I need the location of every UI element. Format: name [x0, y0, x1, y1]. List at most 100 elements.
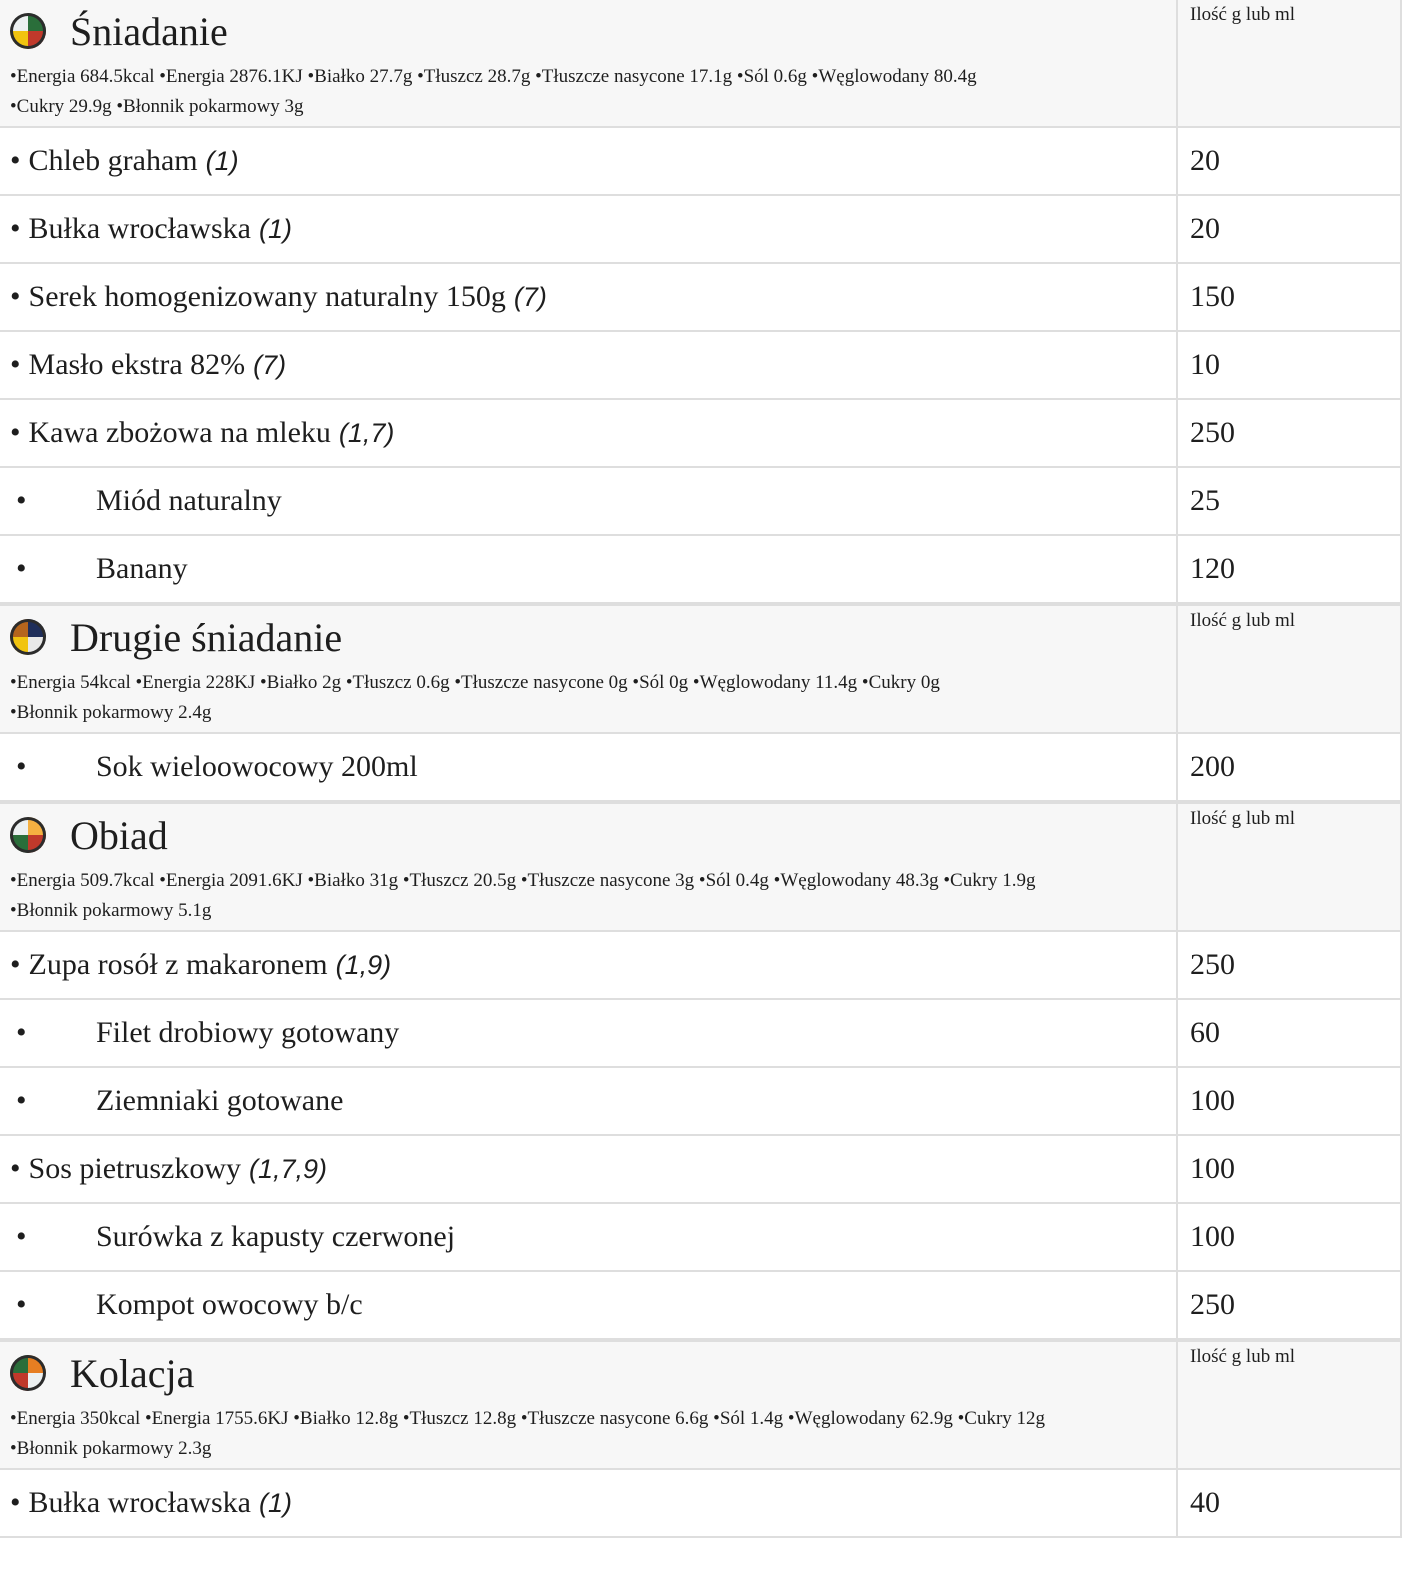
menu-item-row: • Bułka wrocławska (1) 20: [0, 196, 1402, 264]
meal-title-row: Kolacja: [10, 1342, 1176, 1404]
menu-item-row: • Ziemniaki gotowane 100: [0, 1068, 1402, 1136]
bullet-icon: •: [16, 1288, 27, 1321]
menu-item-row: • Miód naturalny 25: [0, 468, 1402, 536]
menu-item-quantity: 20: [1190, 144, 1220, 177]
menu-item-name: Ziemniaki gotowane: [96, 1084, 344, 1117]
menu-item-name-cell: • Surówka z kapusty czerwonej: [0, 1204, 1178, 1270]
menu-item-row: • Kawa zbożowa na mleku (1,7) 250: [0, 400, 1402, 468]
meal-info: Drugie śniadanie •Energia 54kcal •Energia…: [0, 606, 1178, 732]
meal-title-row: Obiad: [10, 804, 1176, 866]
lunch-plate-icon: [10, 817, 46, 853]
nutrition-line: •Błonnik pokarmowy 2.3g: [10, 1438, 212, 1459]
bullet-icon: •: [16, 1220, 27, 1253]
quantity-column-header: Ilość g lub ml: [1190, 1346, 1296, 1367]
meal-title: Obiad: [70, 812, 168, 858]
menu-item-name: Chleb graham: [28, 144, 198, 177]
menu-item-quantity: 150: [1190, 280, 1235, 313]
allergen-codes: (1): [205, 145, 239, 176]
nutrition-facts: •Energia 54kcal •Energia 228KJ •Białko 2…: [10, 668, 1176, 732]
menu-item-row: • Masło ekstra 82% (7) 10: [0, 332, 1402, 400]
menu-item-name: Sok wieloowocowy 200ml: [96, 750, 418, 783]
nutrition-line: •Cukry 29.9g •Błonnik pokarmowy 3g: [10, 96, 304, 117]
menu-item-row: • Filet drobiowy gotowany 60: [0, 1000, 1402, 1068]
menu-item-name: Bułka wrocławska: [28, 1486, 251, 1519]
menu-item-name-cell: • Banany: [0, 536, 1178, 602]
nutrition-facts: •Energia 509.7kcal •Energia 2091.6KJ •Bi…: [10, 866, 1176, 930]
quantity-column-header: Ilość g lub ml: [1190, 808, 1296, 829]
bullet-icon: •: [16, 484, 27, 517]
nutrition-facts: •Energia 684.5kcal •Energia 2876.1KJ •Bi…: [10, 62, 1176, 126]
menu-item-quantity: 120: [1190, 552, 1235, 585]
meal-info: Śniadanie •Energia 684.5kcal •Energia 287…: [0, 0, 1178, 126]
bullet-icon: •: [16, 552, 27, 585]
menu-item-name-cell: • Filet drobiowy gotowany: [0, 1000, 1178, 1066]
menu-item-name: Sos pietruszkowy: [28, 1152, 242, 1185]
allergen-codes: (7): [253, 349, 287, 380]
meal-title: Śniadanie: [70, 8, 228, 54]
menu-item-quantity: 100: [1190, 1084, 1235, 1117]
second-breakfast-plate-icon: [10, 619, 46, 655]
menu-item-row: • Sos pietruszkowy (1,7,9) 100: [0, 1136, 1402, 1204]
menu-item-name-cell: • Masło ekstra 82% (7): [0, 332, 1178, 398]
menu-item-name: Filet drobiowy gotowany: [96, 1016, 400, 1049]
bullet-icon: •: [10, 144, 21, 177]
nutrition-line: •Błonnik pokarmowy 2.4g: [10, 702, 212, 723]
allergen-codes: (1,7): [338, 417, 395, 448]
menu-item-name-cell: • Sok wieloowocowy 200ml: [0, 734, 1178, 800]
bullet-icon: •: [10, 1152, 21, 1185]
menu-table: Śniadanie •Energia 684.5kcal •Energia 287…: [0, 0, 1402, 1538]
meal-header: Kolacja •Energia 350kcal •Energia 1755.6K…: [0, 1340, 1402, 1470]
meal-info: Obiad •Energia 509.7kcal •Energia 2091.6K…: [0, 804, 1178, 930]
menu-item-quantity: 100: [1190, 1152, 1235, 1185]
menu-item-quantity: 250: [1190, 416, 1235, 449]
menu-item-name: Surówka z kapusty czerwonej: [96, 1220, 456, 1253]
allergen-codes: (7): [513, 281, 547, 312]
menu-item-quantity: 10: [1190, 348, 1220, 381]
menu-item-row: • Banany 120: [0, 536, 1402, 604]
nutrition-line: •Energia 509.7kcal •Energia 2091.6KJ •Bi…: [10, 870, 1036, 891]
meal-title-row: Drugie śniadanie: [10, 606, 1176, 668]
menu-item-row: • Surówka z kapusty czerwonej 100: [0, 1204, 1402, 1272]
nutrition-line: •Błonnik pokarmowy 5.1g: [10, 900, 212, 921]
nutrition-line: •Energia 684.5kcal •Energia 2876.1KJ •Bi…: [10, 66, 977, 87]
quantity-column-header: Ilość g lub ml: [1190, 4, 1296, 25]
menu-item-quantity: 250: [1190, 1288, 1235, 1321]
meal-title: Kolacja: [70, 1350, 195, 1396]
menu-item-name-cell: • Serek homogenizowany naturalny 150g (7): [0, 264, 1178, 330]
allergen-codes: (1): [258, 213, 292, 244]
menu-item-name: Banany: [96, 552, 188, 585]
bullet-icon: •: [10, 948, 21, 981]
menu-item-name-cell: • Kawa zbożowa na mleku (1,7): [0, 400, 1178, 466]
meal-info: Kolacja •Energia 350kcal •Energia 1755.6K…: [0, 1342, 1178, 1468]
allergen-codes: (1): [258, 1487, 292, 1518]
menu-item-row: • Sok wieloowocowy 200ml 200: [0, 734, 1402, 802]
menu-item-quantity: 100: [1190, 1220, 1235, 1253]
menu-item-row: • Kompot owocowy b/c 250: [0, 1272, 1402, 1340]
menu-item-name: Serek homogenizowany naturalny 150g: [28, 280, 506, 313]
dinner-plate-icon: [10, 1355, 46, 1391]
menu-item-quantity: 25: [1190, 484, 1220, 517]
menu-item-name-cell: • Bułka wrocławska (1): [0, 1470, 1178, 1536]
nutrition-line: •Energia 350kcal •Energia 1755.6KJ •Biał…: [10, 1408, 1046, 1429]
bullet-icon: •: [16, 1084, 27, 1117]
menu-item-quantity: 20: [1190, 212, 1220, 245]
meal-title-row: Śniadanie: [10, 0, 1176, 62]
menu-item-name: Zupa rosół z makaronem: [28, 948, 328, 981]
menu-item-name-cell: • Bułka wrocławska (1): [0, 196, 1178, 262]
allergen-codes: (1,9): [335, 949, 392, 980]
bullet-icon: •: [10, 348, 21, 381]
allergen-codes: (1,7,9): [249, 1153, 328, 1184]
menu-item-name-cell: • Miód naturalny: [0, 468, 1178, 534]
bullet-icon: •: [10, 1486, 21, 1519]
meal-header: Obiad •Energia 509.7kcal •Energia 2091.6K…: [0, 802, 1402, 932]
menu-item-name: Kompot owocowy b/c: [96, 1288, 363, 1321]
quantity-column-header: Ilość g lub ml: [1190, 610, 1296, 631]
menu-item-row: • Chleb graham (1) 20: [0, 128, 1402, 196]
menu-item-name-cell: • Sos pietruszkowy (1,7,9): [0, 1136, 1178, 1202]
bullet-icon: •: [16, 750, 27, 783]
bullet-icon: •: [10, 416, 21, 449]
menu-item-quantity: 60: [1190, 1016, 1220, 1049]
menu-item-name-cell: • Kompot owocowy b/c: [0, 1272, 1178, 1338]
meal-header: Drugie śniadanie •Energia 54kcal •Energia…: [0, 604, 1402, 734]
menu-item-name-cell: • Ziemniaki gotowane: [0, 1068, 1178, 1134]
